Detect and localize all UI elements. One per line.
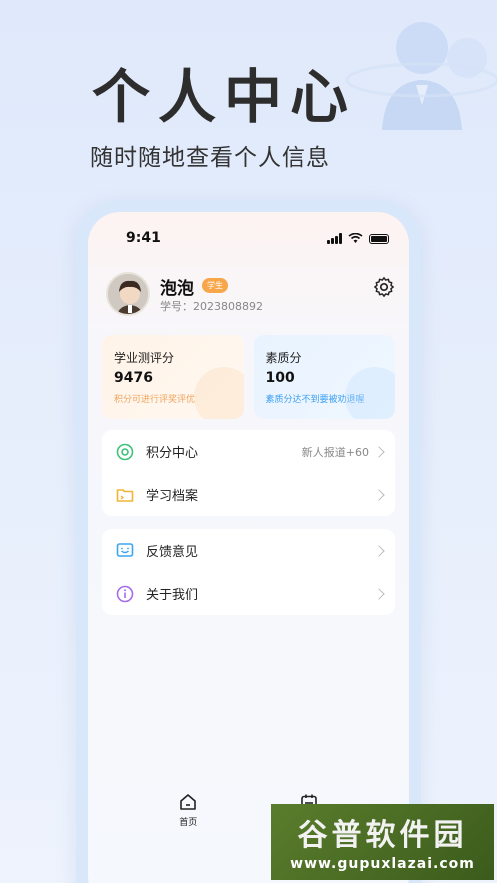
menu-group-1: 积分中心 新人报道+60 学习档案 — [102, 430, 395, 516]
hero-subtitle: 随时随地查看个人信息 — [90, 145, 330, 171]
status-icons — [327, 233, 389, 244]
wifi-icon — [348, 233, 363, 243]
menu-item-about-us[interactable]: 关于我们 — [102, 572, 395, 615]
menu-label: 反馈意见 — [146, 545, 199, 560]
profile-header: 泡泡 学生 学号：2023808892 — [106, 272, 395, 322]
points-icon — [116, 443, 134, 460]
signal-icon — [327, 233, 342, 244]
menu-group-2: 反馈意见 关于我们 — [102, 529, 395, 615]
chevron-right-icon — [373, 488, 385, 501]
feedback-icon — [116, 542, 134, 557]
avatar[interactable] — [106, 272, 150, 316]
info-icon — [116, 585, 134, 602]
status-bar: 9:41 — [88, 230, 409, 250]
student-id: 学号：2023808892 — [160, 300, 263, 313]
watermark-url: www.gupuxlazai.com — [290, 856, 475, 872]
tab-home[interactable]: 首页 — [158, 793, 218, 853]
battery-icon — [369, 233, 389, 244]
status-time: 9:41 — [126, 230, 161, 246]
home-icon — [180, 794, 197, 810]
phone-screen: 9:41 泡泡 学生 学号：2023808892 学业测评分 9476 积分可进… — [88, 212, 409, 883]
chevron-right-icon — [373, 445, 385, 458]
card-label: 学业测评分 — [114, 351, 175, 365]
menu-label: 关于我们 — [146, 588, 199, 603]
menu-label: 学习档案 — [146, 489, 199, 504]
hero-title: 个人中心 — [92, 63, 357, 131]
folder-icon — [116, 488, 134, 502]
phone-frame: 9:41 泡泡 学生 学号：2023808892 学业测评分 9476 积分可进… — [76, 200, 421, 883]
avatar-illustration-icon — [108, 274, 148, 314]
menu-extra: 新人报道+60 — [301, 445, 369, 459]
user-name: 泡泡 — [160, 279, 194, 299]
card-label: 素质分 — [265, 351, 302, 365]
score-cards: 学业测评分 9476 积分可进行评奖评优 素质分 100 素质分达不到要被劝退喔 — [102, 335, 395, 419]
watermark-banner: 谷普软件园 www.gupuxlazai.com — [271, 804, 494, 880]
menu-item-points-center[interactable]: 积分中心 新人报道+60 — [102, 430, 395, 473]
menu-label: 积分中心 — [146, 446, 199, 461]
chevron-right-icon — [373, 544, 385, 557]
academic-score-card[interactable]: 学业测评分 9476 积分可进行评奖评优 — [102, 335, 244, 419]
quality-score-card[interactable]: 素质分 100 素质分达不到要被劝退喔 — [253, 335, 395, 419]
role-badge: 学生 — [202, 278, 228, 293]
settings-gear-icon[interactable] — [373, 276, 395, 298]
menu-item-feedback[interactable]: 反馈意见 — [102, 529, 395, 572]
tab-label: 首页 — [179, 818, 198, 828]
chevron-right-icon — [373, 587, 385, 600]
menu-item-study-archive[interactable]: 学习档案 — [102, 473, 395, 516]
watermark-title: 谷普软件园 — [297, 818, 468, 853]
